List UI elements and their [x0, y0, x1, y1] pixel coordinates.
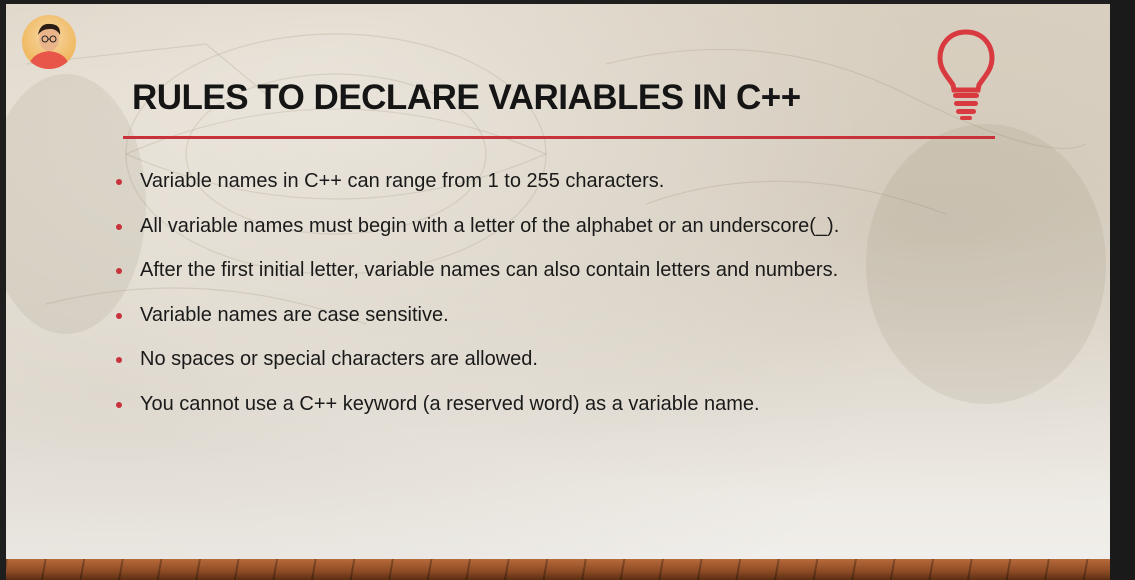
title-underline — [123, 136, 995, 139]
rules-list: Variable names in C++ can range from 1 t… — [114, 167, 839, 435]
presenter-avatar — [22, 15, 76, 69]
rule-text: Variable names are case sensitive. — [140, 303, 449, 326]
wooden-floor — [6, 559, 1110, 580]
bullet-dot — [116, 357, 122, 364]
bullet-dot — [116, 268, 122, 275]
rule-text: You cannot use a C++ keyword (a reserved… — [140, 392, 760, 415]
rule-text: No spaces or special characters are allo… — [140, 348, 538, 371]
list-item: After the first initial letter, variable… — [114, 256, 839, 301]
lightbulb-icon — [937, 29, 995, 120]
list-item: Variable names in C++ can range from 1 t… — [114, 167, 839, 212]
list-item: No spaces or special characters are allo… — [114, 345, 839, 390]
slide-title: RULES TO DECLARE VARIABLES IN C++ — [132, 78, 801, 117]
rule-text: After the first initial letter, variable… — [140, 259, 839, 282]
rule-text: Variable names in C++ can range from 1 t… — [140, 170, 665, 192]
list-item: Variable names are case sensitive. — [114, 301, 839, 346]
bullet-dot — [116, 312, 122, 319]
window-edge — [1110, 0, 1135, 580]
bullet-dot — [116, 179, 122, 185]
list-item: You cannot use a C++ keyword (a reserved… — [114, 390, 839, 435]
list-item: All variable names must begin with a let… — [114, 212, 839, 257]
bullet-dot — [116, 401, 122, 408]
bullet-dot — [116, 223, 122, 230]
rule-text: All variable names must begin with a let… — [140, 214, 840, 237]
slide: RULES TO DECLARE VARIABLES IN C++ Variab… — [6, 4, 1110, 559]
